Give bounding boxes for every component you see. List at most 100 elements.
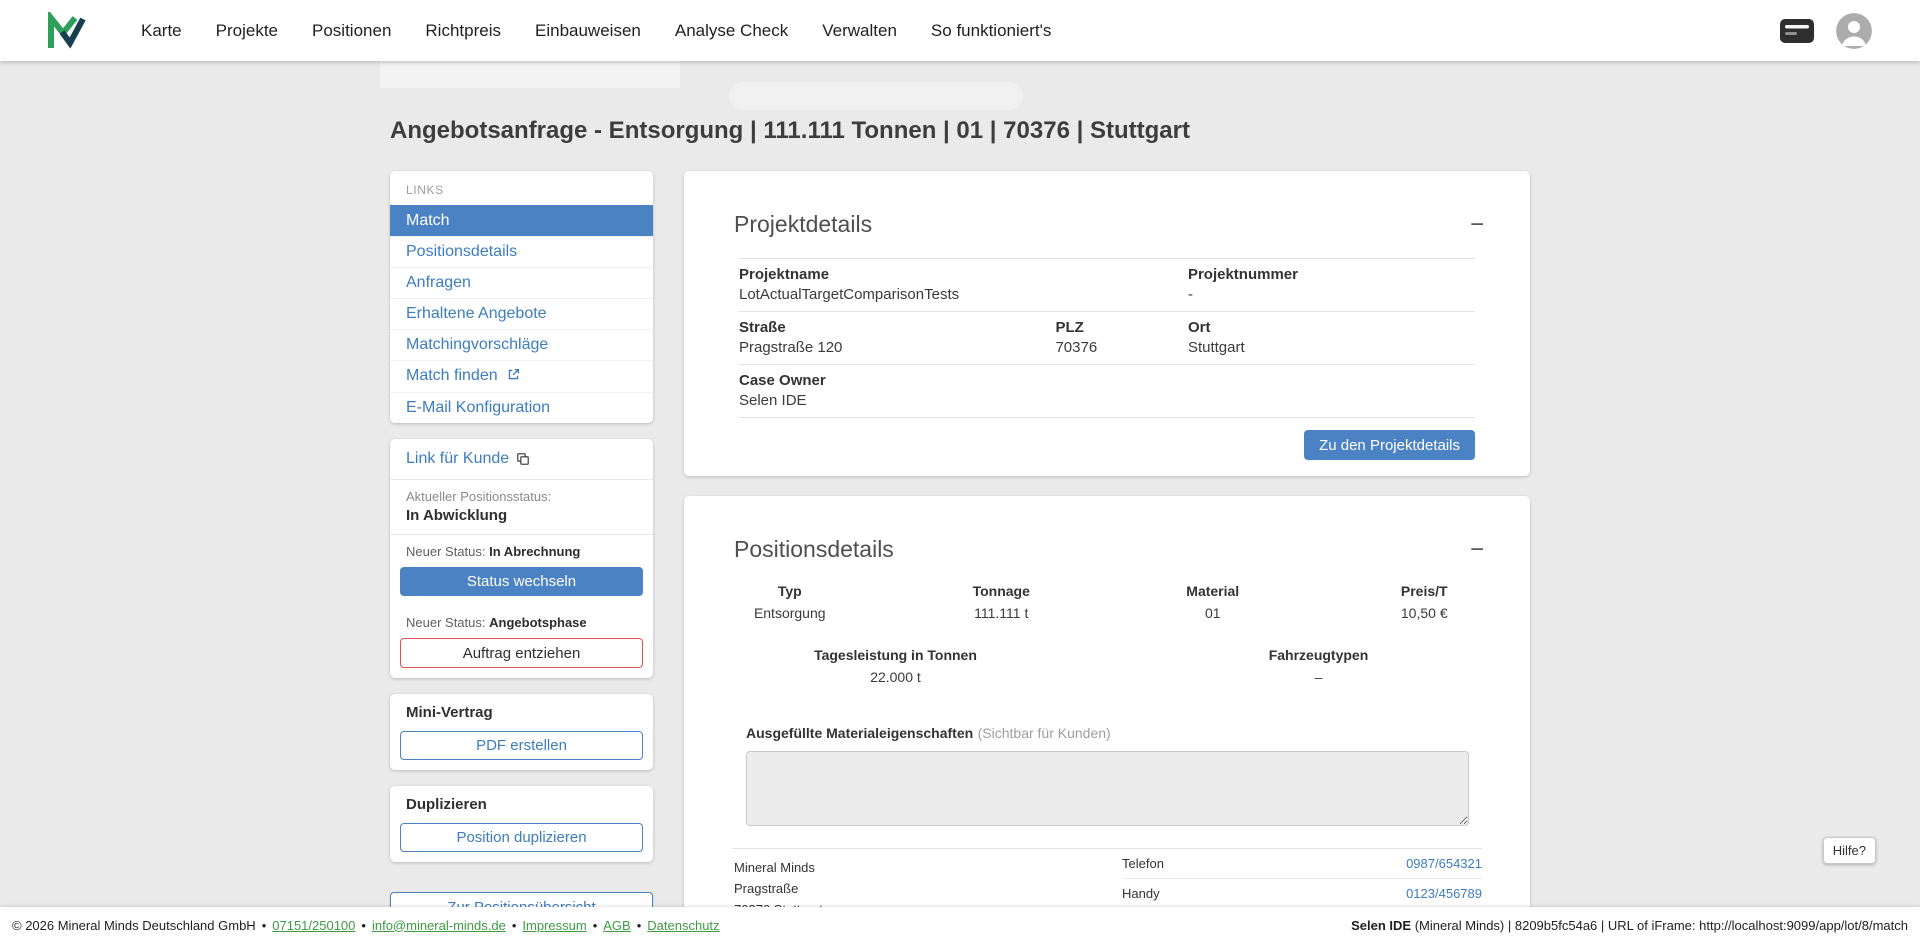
material-properties-textarea[interactable] [746,751,1469,826]
go-to-project-details-button[interactable]: Zu den Projektdetails [1304,430,1475,460]
change-status-button[interactable]: Status wechseln [400,567,643,596]
contact-city: 70376 Stuttgart [734,899,1122,907]
mini-contract-title: Mini-Vertrag [390,694,653,729]
contact-block: Mineral Minds Pragstraße 70376 Stuttgart… [732,848,1482,907]
spec-material: Material 01 [1107,583,1319,621]
footer-separator: • [637,918,642,933]
current-status-label: Aktueller Positionsstatus: [406,489,637,504]
next-status-prefix: Neuer Status: [406,544,486,559]
nav-item-verwalten[interactable]: Verwalten [805,0,914,61]
nav-item-projekte[interactable]: Projekte [199,0,295,61]
position-specs-row: Typ Entsorgung Tonnage 111.111 t Materia… [684,583,1530,621]
sidebar-item-anfragen[interactable]: Anfragen [390,267,653,298]
footer-session-info: Selen IDE (Mineral Minds) | 8209b5fc54a6… [1351,918,1908,933]
sidebar-item-label: Match finden [406,367,498,384]
footer-link-datenschutz[interactable]: Datenschutz [647,918,719,933]
links-card: LINKS Match Positionsdetails Anfragen Er… [390,171,653,423]
next-status-value: In Abrechnung [489,544,580,559]
projektname-value: LotActualTargetComparisonTests [739,286,1188,303]
mini-contract-card: Mini-Vertrag PDF erstellen [390,694,653,770]
position-overview-button[interactable]: Zur Positionsübersicht [390,892,653,907]
offer-status-line: Neuer Status: Angebotsphase [390,606,653,636]
spec-fahrzeugtypen: Fahrzeugtypen – [1107,647,1530,685]
copy-icon [516,452,530,466]
spec-tonnage: Tonnage 111.111 t [896,583,1108,621]
duplicate-position-button[interactable]: Position duplizieren [400,823,643,852]
footer-link-phone[interactable]: 07151/250100 [272,918,355,933]
nav-item-einbauweisen[interactable]: Einbauweisen [518,0,658,61]
footer-link-agb[interactable]: AGB [603,918,630,933]
project-details-table: Projektname LotActualTargetComparisonTes… [739,258,1475,418]
sidebar-item-email-konfiguration[interactable]: E-Mail Konfiguration [390,392,653,423]
footer-link-impressum[interactable]: Impressum [522,918,586,933]
contact-address: Mineral Minds Pragstraße 70376 Stuttgart [732,849,1122,907]
sidebar-item-match-finden[interactable]: Match finden [390,360,653,392]
nav-item-positionen[interactable]: Positionen [295,0,408,61]
spec-tagesleistung: Tagesleistung in Tonnen 22.000 t [684,647,1107,685]
collapse-project-details-button[interactable]: − [1466,213,1488,237]
user-avatar[interactable] [1836,13,1872,49]
ort-value: Stuttgart [1188,339,1475,356]
contact-street: Pragstraße [734,878,1122,899]
footer-separator: • [512,918,517,933]
table-row: Straße Pragstraße 120 PLZ 70376 Ort Stut… [739,312,1475,365]
phone-link[interactable]: 0987/654321 [1406,856,1482,871]
spec-typ: Typ Entsorgung [684,583,896,621]
page-content: Angebotsanfrage - Entsorgung | 111.111 T… [0,61,1920,907]
footer-copyright: © 2026 Mineral Minds Deutschland GmbH [12,918,256,933]
offer-status-prefix: Neuer Status: [406,615,486,630]
footer-user: Selen IDE [1351,918,1411,933]
material-properties-label: Ausgefüllte Materialeigenschaften [746,725,973,741]
contact-rows: Telefon 0987/654321 Handy 0123/456789 [1122,849,1482,907]
footer-separator: • [361,918,366,933]
sidebar-item-erhaltene-angebote[interactable]: Erhaltene Angebote [390,298,653,329]
mobile-link[interactable]: 0123/456789 [1406,886,1482,901]
withdraw-order-button[interactable]: Auftrag entziehen [400,638,643,668]
create-pdf-button[interactable]: PDF erstellen [400,731,643,760]
navbar-right [1780,13,1872,49]
projektname-label: Projektname [739,266,1188,283]
sidebar: LINKS Match Positionsdetails Anfragen Er… [390,171,653,907]
projektnummer-label: Projektnummer [1188,266,1475,283]
plz-label: PLZ [1055,319,1187,336]
strasse-value: Pragstraße 120 [739,339,1055,356]
customer-link-label: Link für Kunde [406,450,509,468]
project-details-card: Projektdetails − Projektname LotActualTa… [684,171,1530,476]
footer-link-email[interactable]: info@mineral-minds.de [372,918,506,933]
ort-label: Ort [1188,319,1475,336]
help-button[interactable]: Hilfe? [1823,837,1876,864]
project-details-title: Projektdetails [734,211,1466,238]
footer-separator: • [262,918,267,933]
spec-preis: Preis/T 10,50 € [1319,583,1531,621]
contact-company: Mineral Minds [734,857,1122,878]
table-row: Case Owner Selen IDE [739,365,1475,418]
position-details-title: Positionsdetails [734,536,1466,563]
projektnummer-value: - [1188,286,1475,303]
top-navbar: Karte Projekte Positionen Richtpreis Ein… [0,0,1920,61]
main-nav: Karte Projekte Positionen Richtpreis Ein… [124,0,1068,61]
mobile-label: Handy [1122,886,1160,901]
plz-value: 70376 [1055,339,1187,356]
sidebar-item-positionsdetails[interactable]: Positionsdetails [390,236,653,267]
footer: © 2026 Mineral Minds Deutschland GmbH • … [0,907,1920,943]
next-status-line: Neuer Status: In Abrechnung [390,535,653,565]
current-status-value: In Abwicklung [406,507,637,524]
page-title: Angebotsanfrage - Entsorgung | 111.111 T… [390,117,1530,145]
nav-item-richtpreis[interactable]: Richtpreis [408,0,518,61]
footer-separator: • [593,918,598,933]
phone-label: Telefon [1122,856,1164,871]
customer-link-button[interactable]: Link für Kunde [390,439,653,479]
position-specs-row-2: Tagesleistung in Tonnen 22.000 t Fahrzeu… [684,647,1530,685]
sidebar-item-match[interactable]: Match [390,205,653,236]
footer-session-text: (Mineral Minds) | 8209b5fc54a6 | URL of … [1411,918,1908,933]
offer-status-value: Angebotsphase [489,615,587,630]
sidebar-item-matchingvorschlaege[interactable]: Matchingvorschläge [390,329,653,360]
collapse-position-details-button[interactable]: − [1466,538,1488,562]
nav-item-karte[interactable]: Karte [124,0,199,61]
case-owner-value: Selen IDE [739,392,1475,409]
contact-row-phone: Telefon 0987/654321 [1122,849,1482,878]
nav-item-analyse-check[interactable]: Analyse Check [658,0,805,61]
nav-item-so-funktionierts[interactable]: So funktioniert's [914,0,1068,61]
terminal-device-icon[interactable] [1780,19,1814,43]
app-logo[interactable] [46,12,86,50]
